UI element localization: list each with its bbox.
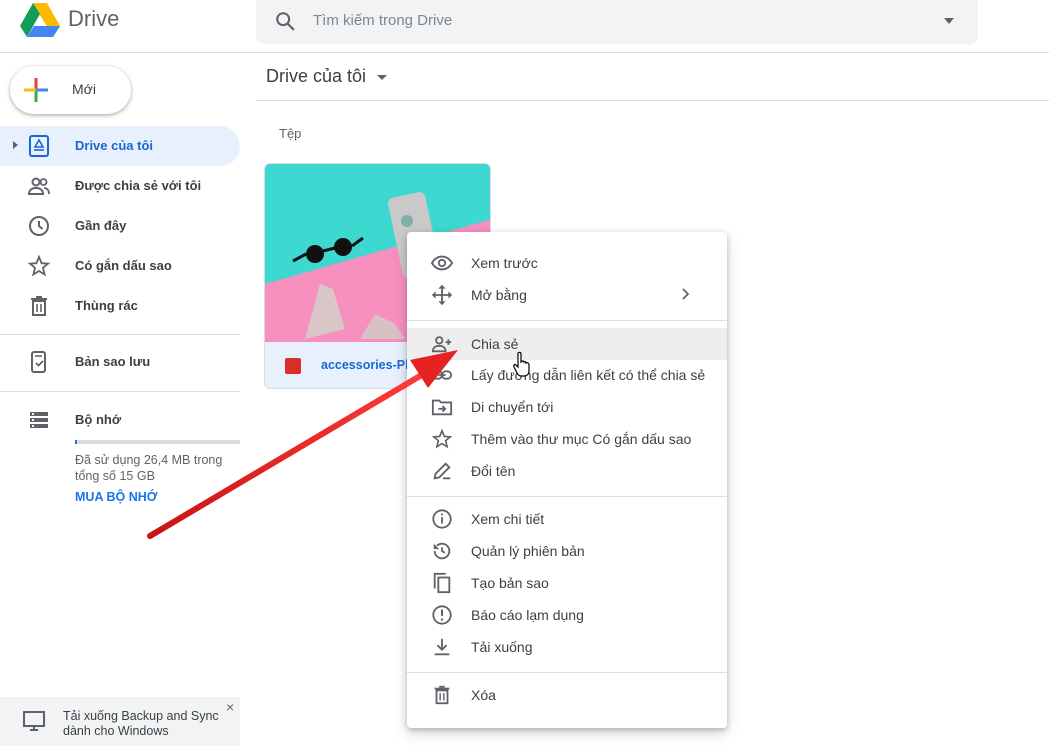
menu-separator (407, 496, 727, 497)
monitor-icon (23, 711, 45, 731)
files-section-label: Tệp (279, 126, 302, 141)
report-icon (432, 605, 452, 625)
storage-usage-text: Đã sử dụng 26,4 MB trong tổng số 15 GB (75, 453, 223, 483)
history-icon (433, 542, 451, 560)
chevron-right-icon (682, 288, 690, 300)
sidebar-item-my-drive[interactable]: Drive của tôi (0, 126, 240, 166)
drive-logo-icon[interactable] (20, 3, 60, 37)
eye-icon (431, 255, 453, 271)
person-add-icon (431, 336, 452, 353)
menu-item-label: Lấy đường dẫn liên kết có thể chia sẻ (471, 367, 706, 383)
menu-item-label: Đổi tên (471, 463, 516, 479)
sidebar-item-trash[interactable]: Thùng rác (0, 286, 240, 326)
menu-item-label: Di chuyển tới (471, 399, 554, 415)
close-icon[interactable]: × (226, 699, 234, 715)
buy-storage-link[interactable]: MUA BỘ NHỚ (75, 490, 157, 504)
new-button-label: Mới (72, 81, 96, 97)
sidebar: Mới Drive của tôi Được chia sẻ với tôi G… (0, 53, 241, 746)
storage-progress-fill (75, 440, 77, 444)
clock-icon (29, 216, 49, 236)
backup-device-icon (31, 351, 46, 373)
menu-item-label: Xem trước (471, 255, 538, 271)
menu-item-rename[interactable]: Đổi tên (407, 455, 727, 487)
shared-people-icon (27, 177, 50, 195)
star-icon (431, 428, 453, 449)
link-icon (431, 370, 453, 380)
menu-item-get-link[interactable]: Lấy đường dẫn liên kết có thể chia sẻ (407, 359, 727, 391)
trash-icon (434, 685, 450, 705)
my-drive-icon (29, 135, 49, 157)
download-icon (434, 638, 450, 656)
sidebar-item-recent[interactable]: Gần đây (0, 206, 240, 246)
sidebar-item-label: Có gắn dấu sao (75, 258, 172, 273)
search-input[interactable]: Tìm kiếm trong Drive (313, 12, 452, 29)
storage-icon (30, 412, 48, 428)
copy-icon (433, 572, 451, 594)
sidebar-item-label: Bản sao lưu (75, 354, 151, 369)
menu-item-report-abuse[interactable]: Báo cáo lạm dụng (407, 599, 727, 631)
plus-icon (24, 78, 48, 102)
menu-item-download[interactable]: Tải xuống (407, 631, 727, 663)
sidebar-item-label: Thùng rác (75, 298, 138, 313)
drive-window: Drive Tìm kiếm trong Drive Mới Drive của… (0, 0, 1049, 746)
menu-item-label: Thêm vào thư mục Có gắn dấu sao (471, 431, 692, 447)
app-name[interactable]: Drive (68, 6, 119, 32)
sidebar-divider (0, 391, 240, 392)
menu-item-delete[interactable]: Xóa (407, 679, 727, 711)
backup-sync-text[interactable]: Tải xuống Backup and Sync dành cho Windo… (63, 709, 228, 739)
trash-icon (31, 296, 47, 316)
search-bar[interactable]: Tìm kiếm trong Drive (256, 0, 978, 44)
sidebar-item-shared-with-me[interactable]: Được chia sẻ với tôi (0, 166, 240, 206)
folder-move-icon (431, 399, 453, 416)
pencil-icon (433, 462, 451, 480)
search-icon[interactable] (274, 10, 296, 32)
expand-triangle-icon[interactable] (13, 141, 18, 149)
menu-item-label: Chia sẻ (471, 336, 519, 352)
menu-item-label: Xem chi tiết (471, 511, 545, 527)
menu-item-label: Quản lý phiên bản (471, 543, 585, 559)
sidebar-divider (0, 334, 240, 335)
menu-item-preview[interactable]: Xem trước (407, 247, 727, 279)
menu-item-add-starred[interactable]: Thêm vào thư mục Có gắn dấu sao (407, 423, 727, 455)
menu-item-manage-versions[interactable]: Quản lý phiên bản (407, 535, 727, 567)
sidebar-item-starred[interactable]: Có gắn dấu sao (0, 246, 240, 286)
menu-item-label: Mở bằng (471, 287, 527, 303)
menu-item-share[interactable]: Chia sẻ (407, 328, 727, 360)
menu-item-move-to[interactable]: Di chuyển tới (407, 391, 727, 423)
menu-item-details[interactable]: Xem chi tiết (407, 503, 727, 535)
backup-sync-banner[interactable]: Tải xuống Backup and Sync dành cho Windo… (0, 697, 240, 746)
sidebar-item-label: Được chia sẻ với tôi (75, 178, 202, 193)
sidebar-item-label: Gần đây (75, 218, 127, 233)
breadcrumb[interactable]: Drive của tôi (266, 66, 366, 87)
image-file-icon (285, 358, 301, 374)
file-name[interactable]: accessories-Pl (321, 358, 409, 372)
main-divider (256, 100, 1049, 101)
menu-item-open-with[interactable]: Mở bằng (407, 279, 727, 311)
info-icon (432, 509, 452, 529)
sidebar-item-storage[interactable]: Bộ nhớ (0, 400, 240, 440)
menu-item-label: Xóa (471, 687, 496, 703)
menu-item-make-copy[interactable]: Tạo bản sao (407, 567, 727, 599)
sidebar-item-backups[interactable]: Bản sao lưu (0, 342, 240, 382)
new-button[interactable]: Mới (10, 66, 131, 114)
menu-item-label: Báo cáo lạm dụng (471, 607, 584, 623)
menu-item-label: Tạo bản sao (471, 575, 549, 591)
menu-separator (407, 320, 727, 321)
menu-item-label: Tải xuống (471, 639, 533, 655)
sidebar-item-label: Drive của tôi (75, 138, 154, 153)
sidebar-item-label: Bộ nhớ (75, 412, 122, 427)
star-icon (27, 254, 51, 277)
storage-progress-bar (75, 440, 240, 444)
breadcrumb-dropdown-icon[interactable] (377, 75, 387, 80)
move-arrows-icon (431, 284, 453, 306)
top-bar: Drive Tìm kiếm trong Drive (0, 0, 1049, 53)
context-menu: Xem trước Mở bằng Chia sẻ Lấy đường dẫn … (407, 232, 727, 728)
search-options-caret-icon[interactable] (944, 18, 954, 24)
menu-separator (407, 672, 727, 673)
hand-cursor-icon (513, 351, 530, 377)
